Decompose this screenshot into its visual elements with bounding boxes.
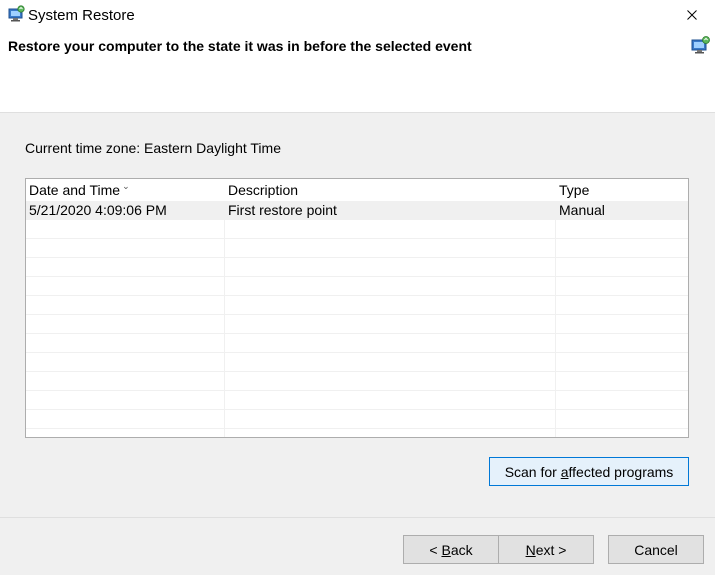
sort-down-icon: ⌄ xyxy=(122,181,130,191)
table-row[interactable]: 5/21/2020 4:09:06 PM First restore point… xyxy=(26,201,688,220)
header-panel: Restore your computer to the state it wa… xyxy=(0,30,715,113)
system-restore-icon xyxy=(689,35,711,55)
close-button[interactable] xyxy=(669,0,715,30)
footer-divider xyxy=(0,517,715,518)
empty-row xyxy=(26,277,688,296)
column-header-description[interactable]: Description xyxy=(225,179,556,201)
column-header-date-time[interactable]: Date and Time ⌄ xyxy=(26,179,225,201)
system-restore-icon xyxy=(6,5,26,23)
system-restore-window: System Restore Restore your computer to … xyxy=(0,0,715,575)
scan-affected-programs-button[interactable]: Scan for a ffected programs xyxy=(489,457,689,486)
empty-row xyxy=(26,239,688,258)
back-button[interactable]: < Back xyxy=(403,535,499,564)
title-bar: System Restore xyxy=(0,0,715,30)
empty-row xyxy=(26,353,688,372)
cancel-button[interactable]: Cancel xyxy=(608,535,704,564)
empty-row xyxy=(26,258,688,277)
restore-points-list[interactable]: Date and Time ⌄ Description Type 5/21/202… xyxy=(25,178,689,438)
list-header: Date and Time ⌄ Description Type xyxy=(26,179,688,201)
next-button[interactable]: Next > xyxy=(498,535,594,564)
empty-row xyxy=(26,334,688,353)
close-icon xyxy=(687,10,697,20)
cell-description: First restore point xyxy=(228,202,337,218)
cell-type: Manual xyxy=(559,202,605,218)
column-header-type[interactable]: Type xyxy=(556,179,688,201)
empty-row xyxy=(26,372,688,391)
page-heading: Restore your computer to the state it wa… xyxy=(8,38,472,54)
cell-date-time: 5/21/2020 4:09:06 PM xyxy=(29,202,167,218)
empty-row xyxy=(26,220,688,239)
empty-row xyxy=(26,391,688,410)
empty-row xyxy=(26,410,688,429)
empty-row xyxy=(26,296,688,315)
timezone-label: Current time zone: Eastern Daylight Time xyxy=(25,140,281,156)
empty-row xyxy=(26,315,688,334)
window-title: System Restore xyxy=(28,7,135,24)
